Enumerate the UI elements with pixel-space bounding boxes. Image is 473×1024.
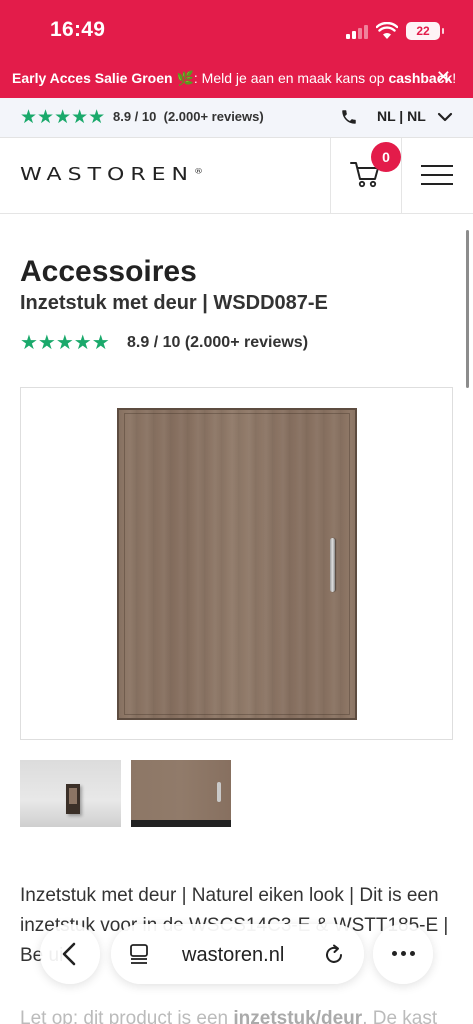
close-icon[interactable]: ✕ bbox=[436, 62, 451, 92]
announcement-bold: Early Acces Salie Groen bbox=[12, 70, 173, 86]
product-rating-text: 8.9 / 10 (2.000+ reviews) bbox=[127, 334, 309, 351]
status-time: 16:49 bbox=[50, 18, 106, 41]
review-count: (2.000+ reviews) bbox=[163, 109, 264, 124]
status-bar: 16:49 22 bbox=[0, 0, 473, 62]
review-score-value: 8.9 / 10 bbox=[113, 109, 157, 124]
announcement-text: : Meld je aan en maak kans op bbox=[193, 70, 389, 86]
logo-trademark: ® bbox=[193, 167, 203, 176]
logo[interactable]: WASTOREN® bbox=[20, 165, 203, 185]
cart-count-badge: 0 bbox=[371, 142, 401, 172]
phone-icon[interactable] bbox=[340, 108, 358, 126]
leaf-icon: 🌿 bbox=[176, 70, 194, 86]
page-title: Accessoires bbox=[20, 255, 197, 288]
browser-toolbar: wastoren.nl bbox=[0, 920, 473, 990]
thumbnail-cabinet bbox=[66, 784, 80, 814]
thumbnail-handle bbox=[217, 782, 221, 802]
door-handle bbox=[330, 538, 335, 592]
review-bar: ★★★★★ 8.9 / 10 (2.000+ reviews) NL | NL bbox=[0, 98, 473, 138]
back-button[interactable] bbox=[40, 924, 100, 984]
product-thumbnail-selected[interactable] bbox=[131, 760, 231, 827]
wifi-icon bbox=[376, 22, 398, 39]
site-header: WASTOREN® bbox=[0, 138, 473, 214]
product-rating-stars: ★★★★★ bbox=[20, 332, 110, 354]
announcement-bar[interactable]: Early Acces Salie Groen 🌿: Meld je aan e… bbox=[0, 62, 473, 98]
product-main-image[interactable] bbox=[20, 387, 453, 740]
logo-text: WASTOREN bbox=[20, 165, 194, 185]
reload-icon[interactable] bbox=[323, 944, 345, 966]
header-divider bbox=[330, 138, 331, 214]
product-thumbnail[interactable] bbox=[20, 760, 121, 827]
more-options-button[interactable] bbox=[373, 924, 433, 984]
language-selector[interactable]: NL | NL bbox=[377, 108, 426, 124]
address-bar[interactable]: wastoren.nl bbox=[111, 924, 364, 984]
scrollbar[interactable] bbox=[466, 230, 469, 388]
reader-icon[interactable] bbox=[129, 944, 149, 964]
url-text: wastoren.nl bbox=[182, 944, 285, 966]
rating-stars: ★★★★★ bbox=[20, 107, 106, 128]
product-note-prefix: Let op: dit product is een bbox=[20, 1008, 234, 1024]
hamburger-menu-icon[interactable] bbox=[421, 165, 453, 187]
chevron-left-icon bbox=[62, 942, 76, 966]
product-note-bold: inzetstuk/deur bbox=[233, 1008, 363, 1024]
review-score: 8.9 / 10 (2.000+ reviews) bbox=[113, 109, 264, 124]
signal-icon bbox=[346, 25, 368, 39]
product-note-suffix: . De kast bbox=[362, 1008, 438, 1024]
door-panel bbox=[124, 413, 350, 715]
battery-icon: 22 bbox=[406, 22, 444, 40]
door-image bbox=[117, 408, 357, 720]
chevron-down-icon[interactable] bbox=[437, 110, 453, 124]
product-note: Let op: dit product is een inzetstuk/deu… bbox=[20, 1008, 460, 1024]
header-divider bbox=[401, 138, 402, 214]
product-name: Inzetstuk met deur | WSDD087-E bbox=[20, 292, 328, 314]
announcement-end: ! bbox=[452, 70, 457, 86]
